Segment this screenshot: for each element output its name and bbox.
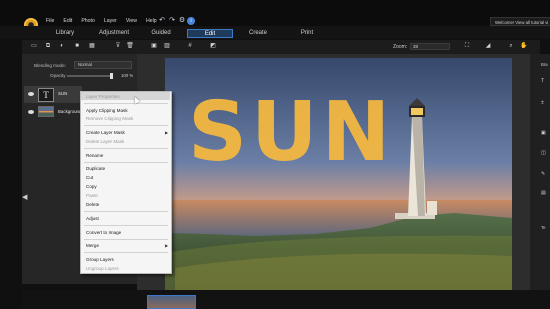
zoom-icon[interactable]: ⌕ [507,43,515,50]
opacity-slider-handle[interactable] [110,73,113,79]
zoom-label: Zoom: [393,44,408,50]
opacity-label: Opacity [50,73,66,78]
crop-icon[interactable]: ⛶ [463,43,471,50]
arrange-icon[interactable]: ◩ [209,43,217,50]
menu-item-copy[interactable]: Copy [86,184,97,189]
redo-icon[interactable]: ↷ [168,17,176,25]
menu-item-group-layers[interactable]: Group Layers [86,257,114,262]
menu-item-convert-to-image[interactable]: Convert to Image [86,230,121,235]
menu-item-paste[interactable]: Paste [86,193,98,198]
background-layer-thumbnail [38,106,54,117]
menu-item-duplicate[interactable]: Duplicate [86,166,105,171]
layer-from-image-icon[interactable]: ⧉ [44,43,52,50]
layer-name-background: Background [58,109,82,114]
menu-item-ungroup-layers[interactable]: Ungroup Layers [86,266,119,271]
hand-icon[interactable]: ✋ [520,43,528,50]
menu-item-delete-layer-mask[interactable]: Delete Layer Mask [86,139,124,144]
opacity-value: 100 % [121,73,134,78]
menu-separator [84,239,168,240]
tab-edit[interactable]: Edit [187,29,233,38]
tab-guided[interactable]: Guided [143,29,179,38]
tab-adjustment[interactable]: Adjustment [94,29,134,38]
right-panel-label: Te [541,225,546,230]
adjustment-layer-icon[interactable]: ▦ [88,43,96,50]
canvas-text-layer[interactable]: SUN [188,92,394,174]
menu-view[interactable]: View [126,18,137,24]
menu-item-create-layer-mask[interactable]: Create Layer Mask [86,130,125,135]
menu-separator [84,225,168,226]
menu-separator [84,252,168,253]
submenu-arrow-icon: ▶ [165,130,169,135]
panel-icon[interactable]: ▣ [541,130,547,136]
zoom-input[interactable]: 38 [410,43,450,50]
settings-icon[interactable]: ⚙ [178,17,186,25]
info-icon[interactable]: i [187,17,195,25]
delete-layer-icon[interactable]: 🗑 [126,43,134,50]
menu-photo[interactable]: Photo [81,18,95,24]
panel-icon[interactable]: ▤ [541,190,547,196]
view-toggle-icon[interactable]: ▣ [150,43,158,50]
menu-edit[interactable]: Edit [63,18,72,24]
menu-help[interactable]: Help [146,18,157,24]
text-tool-icon[interactable]: T [541,78,547,84]
fill-icon[interactable]: ◐ [58,43,66,50]
tab-create[interactable]: Create [240,29,276,38]
menu-layer[interactable]: Layer [104,18,117,24]
tab-library[interactable]: Library [47,29,83,38]
eye-icon[interactable] [28,92,34,96]
straighten-icon[interactable]: ◢ [484,43,492,50]
filmstrip-thumbnail[interactable] [147,295,196,309]
blending-mode-label: Blending mode: [34,63,66,68]
submenu-arrow-icon: ▶ [165,243,169,248]
blending-mode-select[interactable]: Normal [74,61,132,69]
menu-item-rename[interactable]: Rename [86,153,103,158]
menu-separator [84,125,168,126]
adjust-icon[interactable]: ± [541,100,547,106]
text-layer-thumbnail: T [38,88,54,102]
menu-file[interactable]: File [46,18,54,24]
menu-item-delete[interactable]: Delete [86,202,99,207]
welcome-banner[interactable]: Welcome! View all tutorial vi [490,17,550,26]
eye-icon[interactable] [28,110,34,114]
grid-icon[interactable]: # [186,43,194,50]
menu-separator [84,211,168,212]
filmstrip [22,290,550,309]
menu-item-cut[interactable]: Cut [86,175,93,180]
new-layer-icon[interactable]: ▭ [30,43,38,50]
right-panel-label: Bra [541,62,548,67]
tab-print[interactable]: Print [290,29,324,38]
menu-item-layer-properties[interactable]: Layer Properties [86,94,120,99]
menu-item-apply-clipping-mask[interactable]: Apply Clipping Mask [86,108,128,113]
menu-item-adjust[interactable]: Adjust [86,216,99,221]
filter-icon[interactable]: ⊽ [114,43,122,50]
image-view-icon[interactable]: ▨ [163,43,171,50]
brush-icon[interactable]: ✎ [541,171,547,177]
menu-separator [84,148,168,149]
menu-item-remove-clipping-mask[interactable]: Remove Clipping Mask [86,116,133,121]
menu-separator [84,103,168,104]
panel-icon[interactable]: ◫ [541,150,547,156]
opacity-slider[interactable] [67,75,113,77]
right-panel [530,54,550,290]
layer-name-sun: SUN [58,91,68,96]
menu-separator [84,162,168,163]
collapse-left-icon[interactable]: ◀ [22,193,27,201]
undo-icon[interactable]: ↶ [158,17,166,25]
menu-bar: File Edit Photo Layer View Help [46,18,157,24]
mask-icon[interactable]: ■ [73,43,81,50]
menu-item-merge[interactable]: Merge [86,243,99,248]
